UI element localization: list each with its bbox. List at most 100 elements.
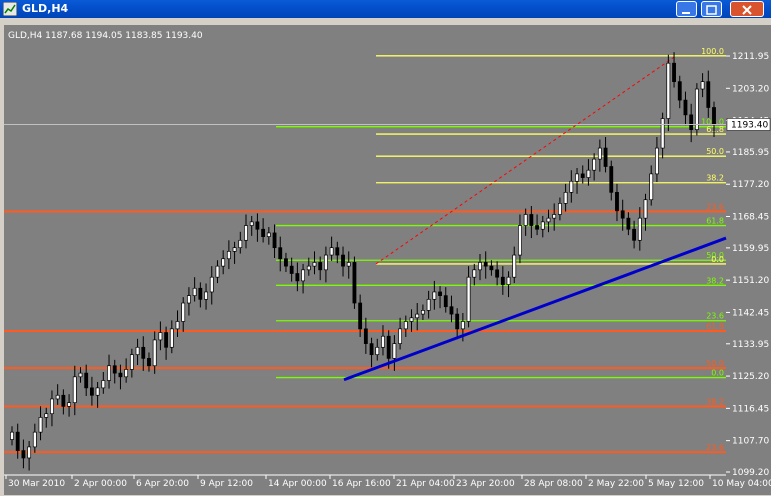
chart-canvas[interactable]: GLD,H4 1187.68 1194.05 1183.85 1193.40 10… [4,25,771,495]
candle-body[interactable] [124,369,129,378]
candle-body[interactable] [689,114,694,130]
candle-body[interactable] [500,276,505,285]
candle-body[interactable] [569,180,574,193]
candle-body[interactable] [506,276,511,285]
candle-body[interactable] [369,343,374,356]
candle-body[interactable] [449,306,454,315]
candle-body[interactable] [204,291,208,300]
candle-body[interactable] [141,346,146,359]
minimize-button[interactable] [676,1,697,17]
candle-body[interactable] [72,376,77,403]
candle-body[interactable] [232,247,237,252]
candle-body[interactable] [295,273,300,282]
candle-body[interactable] [312,262,317,267]
candle-body[interactable] [38,417,43,433]
candle-body[interactable] [101,380,106,389]
candle-body[interactable] [226,251,231,260]
candle-body[interactable] [632,228,637,241]
candle-body[interactable] [677,81,682,101]
candle-body[interactable] [552,214,557,219]
close-button[interactable] [730,1,764,17]
candle-body[interactable] [323,254,328,271]
candle-body[interactable] [15,431,20,451]
candle-body[interactable] [84,372,89,389]
candle-body[interactable] [352,262,357,304]
candle-body[interactable] [672,62,676,83]
candle-body[interactable] [27,446,32,459]
candle-body[interactable] [586,169,591,178]
candle-body[interactable] [415,313,420,319]
candle-body[interactable] [472,269,477,278]
candle-body[interactable] [620,210,625,219]
title-bar[interactable]: GLD,H4 [0,0,771,18]
candle-body[interactable] [135,346,140,356]
candle-body[interactable] [603,147,608,167]
candle-body[interactable] [221,258,226,267]
candle-body[interactable] [455,313,460,330]
candle-body[interactable] [637,217,642,241]
candle-body[interactable] [706,81,711,108]
candle-body[interactable] [563,191,568,204]
candle-body[interactable] [266,232,271,237]
candle-body[interactable] [175,321,180,330]
candle-body[interactable] [346,262,351,267]
candle-body[interactable] [592,158,597,171]
candle-body[interactable] [301,269,305,282]
candle-body[interactable] [107,365,111,381]
candle-body[interactable] [78,372,83,378]
candle-body[interactable] [597,147,602,160]
candle-body[interactable] [261,228,266,237]
candle-body[interactable] [55,394,60,400]
candle-body[interactable] [609,166,614,193]
candle-body[interactable] [335,247,340,256]
candle-body[interactable] [255,221,260,230]
candle-body[interactable] [700,81,705,90]
candle-body[interactable] [580,173,585,178]
candle-body[interactable] [10,431,14,440]
candle-body[interactable] [649,173,654,201]
candle-body[interactable] [712,107,716,125]
candle-body[interactable] [112,365,117,374]
candle-body[interactable] [187,295,191,304]
candle-body[interactable] [529,214,534,226]
candle-body[interactable] [466,276,471,322]
candle-body[interactable] [209,276,214,293]
candle-body[interactable] [426,298,431,311]
maximize-button[interactable] [701,1,722,17]
candle-body[interactable] [421,310,425,315]
candle-body[interactable] [284,258,288,267]
candle-body[interactable] [392,343,397,359]
candle-body[interactable] [660,118,665,149]
candle-body[interactable] [329,247,334,256]
candle-body[interactable] [198,287,203,300]
candle-body[interactable] [535,225,539,230]
candle-body[interactable] [358,302,363,330]
candle-body[interactable] [483,262,488,267]
candle-body[interactable] [386,335,391,359]
candle-body[interactable] [244,225,248,241]
candle-body[interactable] [375,346,380,356]
candle-body[interactable] [249,221,254,226]
candle-body[interactable] [89,387,94,396]
candle-body[interactable] [655,147,659,175]
candle-body[interactable] [683,99,688,116]
candle-body[interactable] [512,254,517,278]
candle-body[interactable] [546,217,551,223]
candle-body[interactable] [438,291,442,296]
candle-body[interactable] [129,354,134,370]
candle-body[interactable] [341,254,345,267]
candle-body[interactable] [518,225,522,256]
candle-body[interactable] [278,247,283,260]
candle-body[interactable] [540,221,545,230]
candle-body[interactable] [181,302,186,322]
candle-body[interactable] [381,335,385,348]
candle-body[interactable] [61,394,66,407]
trendline[interactable] [343,236,727,382]
candle-body[interactable] [403,321,408,330]
candle-body[interactable] [238,239,243,249]
candle-body[interactable] [192,287,197,296]
candle-body[interactable] [289,265,294,274]
candle-body[interactable] [158,332,163,341]
candle-body[interactable] [398,328,403,344]
candle-body[interactable] [164,332,169,348]
